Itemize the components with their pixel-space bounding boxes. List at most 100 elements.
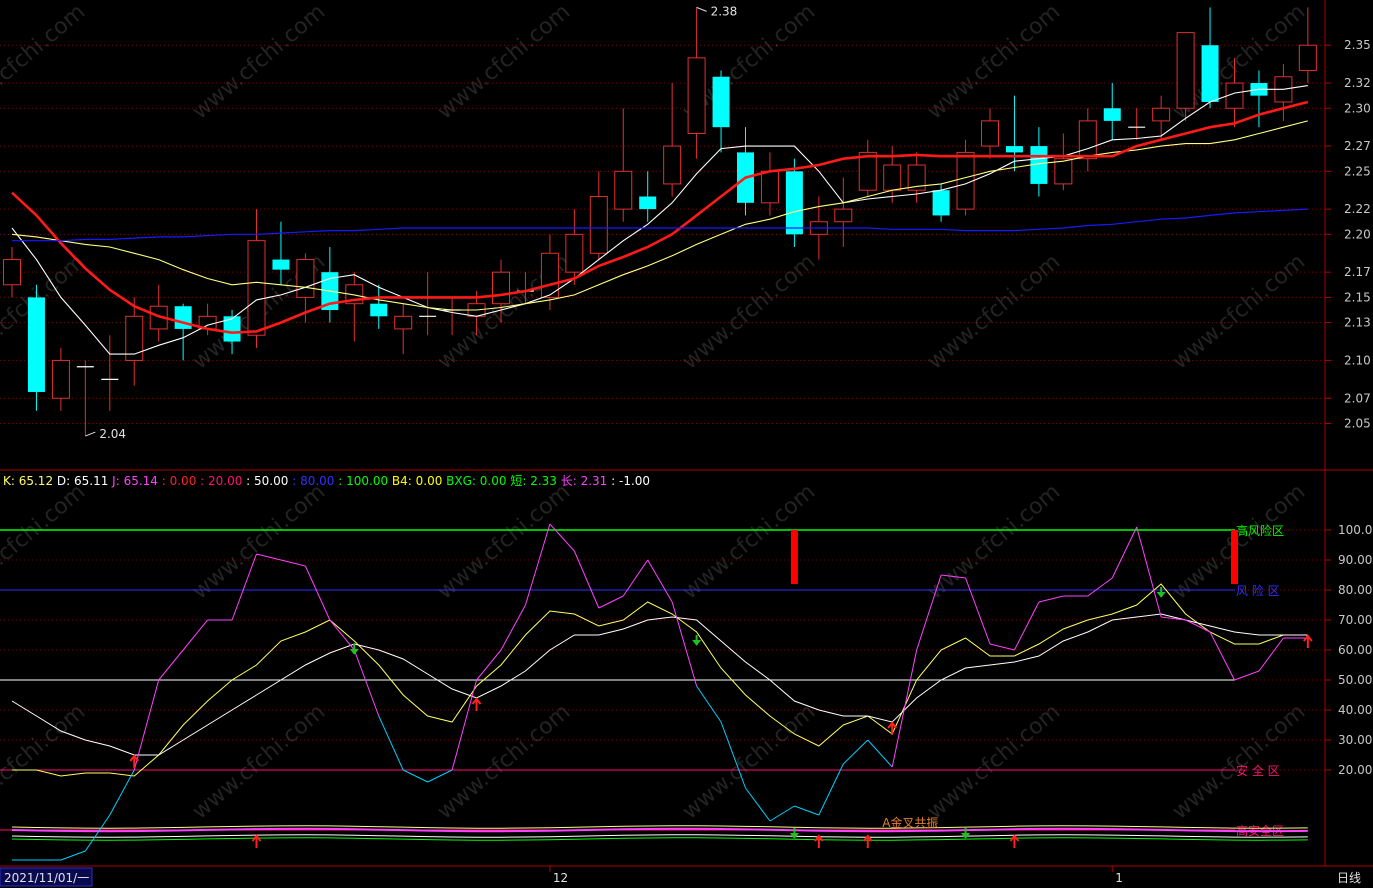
candle [932, 183, 950, 222]
candle-body-up [883, 164, 902, 191]
indicator-header-value: : 100.00 [334, 474, 388, 488]
candle-body-up [51, 359, 70, 399]
watermark-text: www.cfchi.com [433, 479, 575, 604]
ma10-line [11, 120, 1308, 311]
candle [247, 209, 266, 348]
price-tick-label: 2.10 [1344, 353, 1371, 367]
j-line-segment [1014, 601, 1040, 651]
candle [27, 284, 45, 411]
candle [907, 152, 926, 203]
j-line-segment [671, 601, 698, 687]
candle-body-up [589, 196, 608, 254]
candle [614, 108, 633, 222]
price-tick-label: 2.32 [1344, 76, 1371, 90]
candle-body-up [687, 57, 706, 134]
candle-body-down [1201, 45, 1219, 102]
j-line-segment [598, 595, 624, 609]
j-line-segment [891, 649, 918, 768]
watermark-text: www.cfchi.com [0, 0, 90, 125]
candle [1030, 127, 1048, 197]
j-line-segment [329, 619, 355, 651]
price-tick-label: 2.25 [1344, 164, 1371, 178]
price-tick-label: 2.15 [1344, 290, 1371, 304]
candle [785, 158, 803, 247]
candle-body-down [370, 303, 388, 317]
candle [1005, 95, 1023, 172]
candle [443, 297, 461, 336]
candle [394, 303, 413, 355]
candle-body-down [174, 306, 192, 329]
candle [1152, 95, 1171, 140]
price-tick-label: 2.22 [1344, 202, 1371, 216]
high-pointer [696, 6, 707, 12]
candle [687, 7, 706, 159]
indicator-values: K: 65.12 D: 65.11 J: 65.14 : 0.00 : 20.0… [3, 474, 650, 488]
low-label: 2.04 [99, 427, 126, 441]
level-label: 安 全 区 [1236, 763, 1280, 778]
ma5-line [11, 85, 1308, 355]
sell-arrow [1156, 587, 1166, 598]
watermark-text: www.cfchi.com [188, 479, 330, 604]
j-line-segment [353, 649, 380, 717]
watermark-text: www.cfchi.com [923, 699, 1065, 824]
indicator-header-value: : 0.00 [158, 474, 196, 488]
j-line-segment [1185, 619, 1211, 633]
arrow-head [692, 639, 701, 646]
j-line-segment [622, 559, 649, 597]
candle [834, 177, 853, 247]
price-tick-label: 2.07 [1344, 391, 1371, 405]
watermark-text: www.cfchi.com [433, 0, 575, 125]
candle-body-down [639, 196, 657, 210]
candle [737, 127, 754, 216]
bottom-band-line [11, 837, 1308, 841]
indicator-tick-label: 70.00 [1338, 613, 1372, 627]
watermark-text: www.cfchi.com [0, 479, 90, 604]
candle-body-down [712, 76, 730, 128]
j-line-segment [745, 787, 771, 822]
arrow-head [790, 832, 799, 839]
j-line-segment [109, 769, 135, 816]
candle-body-up [760, 170, 779, 204]
candle [1250, 70, 1268, 128]
j-line-segment [1087, 577, 1113, 597]
j-line-segment [304, 565, 331, 621]
candle [639, 171, 657, 222]
indicator-tick-label: 60.00 [1338, 643, 1372, 657]
date-start-label: 2021/11/01/一 [4, 871, 89, 885]
indicator-tick-label: 90.00 [1338, 553, 1372, 567]
candle [1128, 108, 1146, 140]
j-line-segment [794, 805, 820, 816]
stock-chart[interactable]: www.cfchi.com www.cfchi.com www.cfchi.com w… [0, 0, 1373, 888]
arrow-head [1156, 591, 1166, 598]
candle-body-up [834, 208, 853, 223]
candle-body-up [394, 315, 413, 330]
period-label[interactable]: 日线 [1337, 871, 1361, 885]
indicator-header-value: BXG: 0.00 [442, 474, 506, 488]
watermark-text: www.cfchi.com [0, 699, 90, 824]
indicator-header-value: J: 65.14 [108, 474, 158, 488]
candle-body-up [1176, 32, 1195, 109]
indicator-header-value: B4: 0.00 [388, 474, 442, 488]
watermark-text: www.cfchi.com [678, 479, 820, 604]
candle-body-down [1103, 108, 1121, 121]
j-line-segment [1111, 526, 1138, 579]
candle-body-down [785, 171, 803, 235]
indicator-tick-label: 30.00 [1338, 733, 1372, 747]
candle-body-up [492, 271, 510, 305]
j-line-segment [647, 559, 673, 603]
candle [51, 347, 70, 411]
j-line-segment [500, 604, 526, 651]
high-label: 2.38 [711, 4, 738, 18]
candle-body-up [247, 240, 266, 336]
indicator-tick-label: 80.00 [1338, 583, 1372, 597]
candle [1078, 108, 1097, 172]
candle [174, 303, 192, 361]
price-panel[interactable]: 2.38 2.04 [3, 4, 1317, 441]
candle-body-up [1054, 158, 1073, 185]
candle [321, 246, 339, 323]
j-line-segment [1038, 595, 1064, 603]
price-tick-label: 2.13 [1344, 316, 1371, 330]
indicator-tick-label: 100.00 [1338, 523, 1373, 537]
watermark-text: www.cfchi.com [188, 0, 330, 125]
indicator-header-value: : -1.00 [607, 474, 650, 488]
